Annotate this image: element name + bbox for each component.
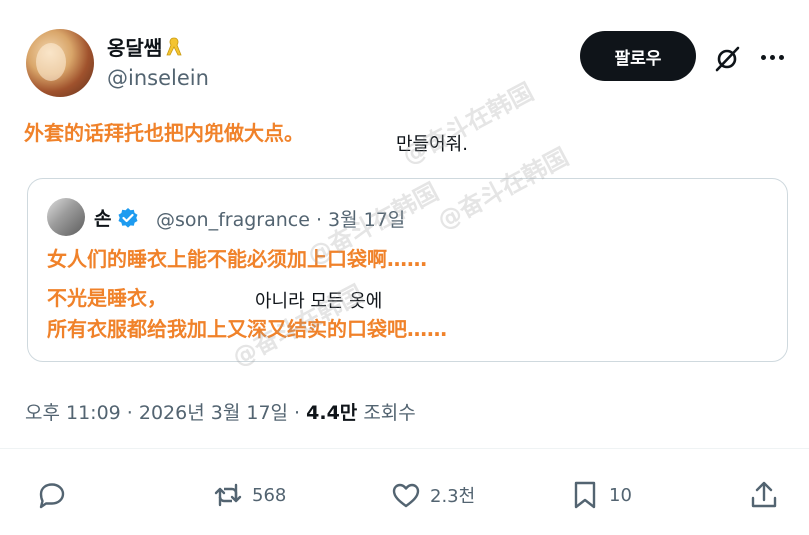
views-label: 조회수 bbox=[357, 402, 416, 424]
more-options-icon[interactable] bbox=[758, 45, 786, 69]
yellow-ribbon-icon bbox=[166, 37, 182, 55]
post-time-date[interactable]: 오후 11:09 · 2026년 3월 17일 · bbox=[25, 402, 306, 424]
author-avatar[interactable] bbox=[26, 29, 94, 97]
like-count: 2.3천 bbox=[430, 486, 476, 507]
retweet-button[interactable]: 568 bbox=[212, 479, 286, 511]
bookmark-count: 10 bbox=[609, 484, 632, 506]
author-display-name[interactable]: 옹달쌤 bbox=[107, 32, 182, 61]
follow-button[interactable]: 팔로우 bbox=[580, 31, 696, 81]
quoted-line-2-overlay: 不光是睡衣， bbox=[47, 286, 167, 310]
share-icon bbox=[751, 481, 777, 508]
bookmark-button[interactable]: 10 bbox=[569, 479, 632, 511]
quoted-author-name: 손 bbox=[94, 204, 139, 231]
like-button[interactable]: 2.3천 bbox=[390, 479, 475, 511]
divider bbox=[0, 448, 809, 449]
quoted-line-1-overlay: 女人们的睡衣上能不能必须加上口袋啊…… bbox=[47, 247, 427, 271]
grok-icon[interactable] bbox=[712, 44, 742, 74]
post-meta: 오후 11:09 · 2026년 3월 17일 · 4.4만 조회수 bbox=[25, 398, 416, 425]
reply-button[interactable] bbox=[36, 479, 76, 511]
author-name-text[interactable]: 옹달쌤 bbox=[107, 32, 162, 61]
quoted-author-name-text: 손 bbox=[94, 208, 112, 230]
reply-icon bbox=[39, 483, 65, 509]
verified-badge-icon bbox=[118, 207, 138, 228]
bookmark-icon bbox=[574, 481, 596, 509]
retweet-count: 568 bbox=[252, 484, 287, 506]
retweet-icon bbox=[214, 483, 242, 507]
heart-icon bbox=[392, 483, 420, 508]
view-count: 4.4만 bbox=[306, 402, 358, 424]
post-overlay-translation: 外套的话拜托也把内兜做大点。 bbox=[24, 121, 304, 145]
share-button[interactable] bbox=[748, 479, 780, 511]
author-handle[interactable]: @inselein bbox=[107, 66, 209, 90]
quoted-author-avatar bbox=[47, 198, 85, 236]
